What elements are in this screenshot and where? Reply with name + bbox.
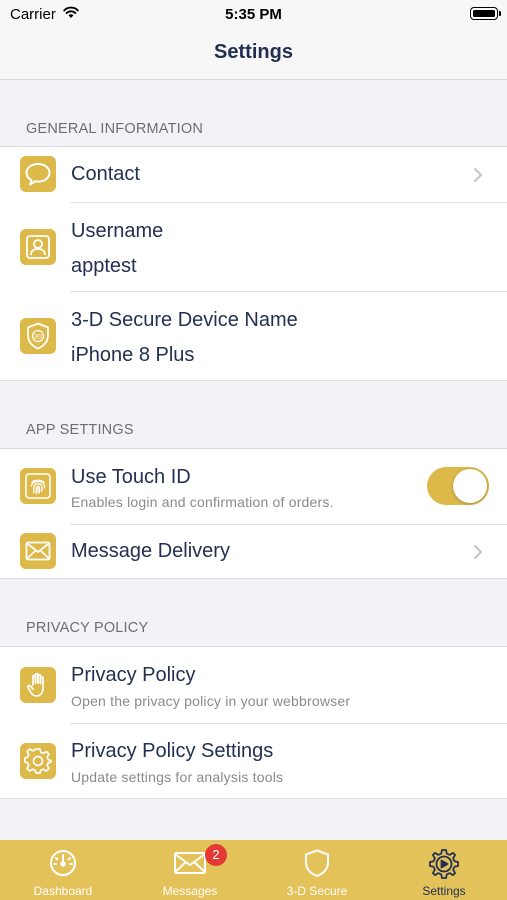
gear-icon (381, 848, 507, 880)
section-header-general: GENERAL INFORMATION (26, 121, 204, 137)
section-header-privacy: PRIVACY POLICY (26, 620, 149, 636)
status-bar: Carrier 5:35 PM (0, 0, 507, 30)
tab-bar: Dashboard 2 Messages 3-D Secure Settings (0, 840, 507, 900)
message-delivery-label: Message Delivery (71, 540, 230, 562)
person-icon (20, 229, 56, 265)
tab-settings[interactable]: Settings (381, 840, 507, 900)
shield-3d-icon: 3D (20, 318, 56, 354)
touch-id-row: Use Touch ID Enables login and confirmat… (0, 449, 507, 524)
toggle-knob (453, 469, 487, 503)
fingerprint-icon (20, 468, 56, 504)
chevron-right-icon (474, 545, 482, 559)
privacy-policy-row[interactable]: Privacy Policy Open the privacy policy i… (0, 647, 507, 723)
touch-id-label: Use Touch ID (71, 466, 191, 488)
privacy-settings-label: Privacy Policy Settings (71, 740, 274, 762)
group-app: Use Touch ID Enables login and confirmat… (0, 448, 507, 579)
tab-label-settings: Settings (422, 884, 466, 898)
device-name-label: 3-D Secure Device Name (71, 309, 298, 331)
messages-badge: 2 (205, 844, 227, 866)
touch-id-toggle[interactable] (427, 467, 489, 505)
device-name-row: 3D 3-D Secure Device Name iPhone 8 Plus (0, 291, 507, 380)
status-time: 5:35 PM (225, 6, 282, 23)
touch-id-description: Enables login and confirmation of orders… (71, 494, 334, 510)
username-row: Username apptest (0, 202, 507, 291)
envelope-icon (127, 848, 253, 876)
hand-icon (20, 667, 56, 703)
section-header-app: APP SETTINGS (26, 422, 134, 438)
chat-bubble-icon (20, 156, 56, 192)
group-privacy: Privacy Policy Open the privacy policy i… (0, 646, 507, 799)
gear-icon (20, 743, 56, 779)
tab-3d-secure[interactable]: 3-D Secure (254, 840, 380, 900)
shield-icon (254, 848, 380, 878)
privacy-policy-label: Privacy Policy (71, 664, 196, 686)
tab-label-3d-secure: 3-D Secure (286, 884, 348, 898)
tab-label-messages: Messages (162, 884, 218, 898)
group-general: Contact Username apptest 3D 3-D Secure D… (0, 146, 507, 381)
page-title: Settings (214, 41, 293, 63)
message-delivery-row[interactable]: Message Delivery (0, 524, 507, 579)
username-value: apptest (71, 255, 137, 277)
envelope-icon (20, 533, 56, 569)
username-label: Username (71, 220, 164, 242)
contact-row[interactable]: Contact (0, 147, 507, 202)
device-name-value: iPhone 8 Plus (71, 344, 195, 366)
privacy-settings-description: Update settings for analysis tools (71, 769, 284, 785)
navigation-bar: Settings (0, 30, 507, 80)
tab-messages[interactable]: 2 Messages (127, 840, 253, 900)
svg-text:3D: 3D (34, 333, 43, 340)
privacy-settings-row[interactable]: Privacy Policy Settings Update settings … (0, 723, 507, 799)
contact-label: Contact (71, 163, 140, 185)
chevron-right-icon (474, 168, 482, 182)
battery-icon (470, 7, 501, 20)
tab-label-dashboard: Dashboard (33, 884, 93, 898)
privacy-policy-description: Open the privacy policy in your webbrows… (71, 693, 351, 709)
speedometer-icon (0, 848, 126, 878)
tab-dashboard[interactable]: Dashboard (0, 840, 126, 900)
